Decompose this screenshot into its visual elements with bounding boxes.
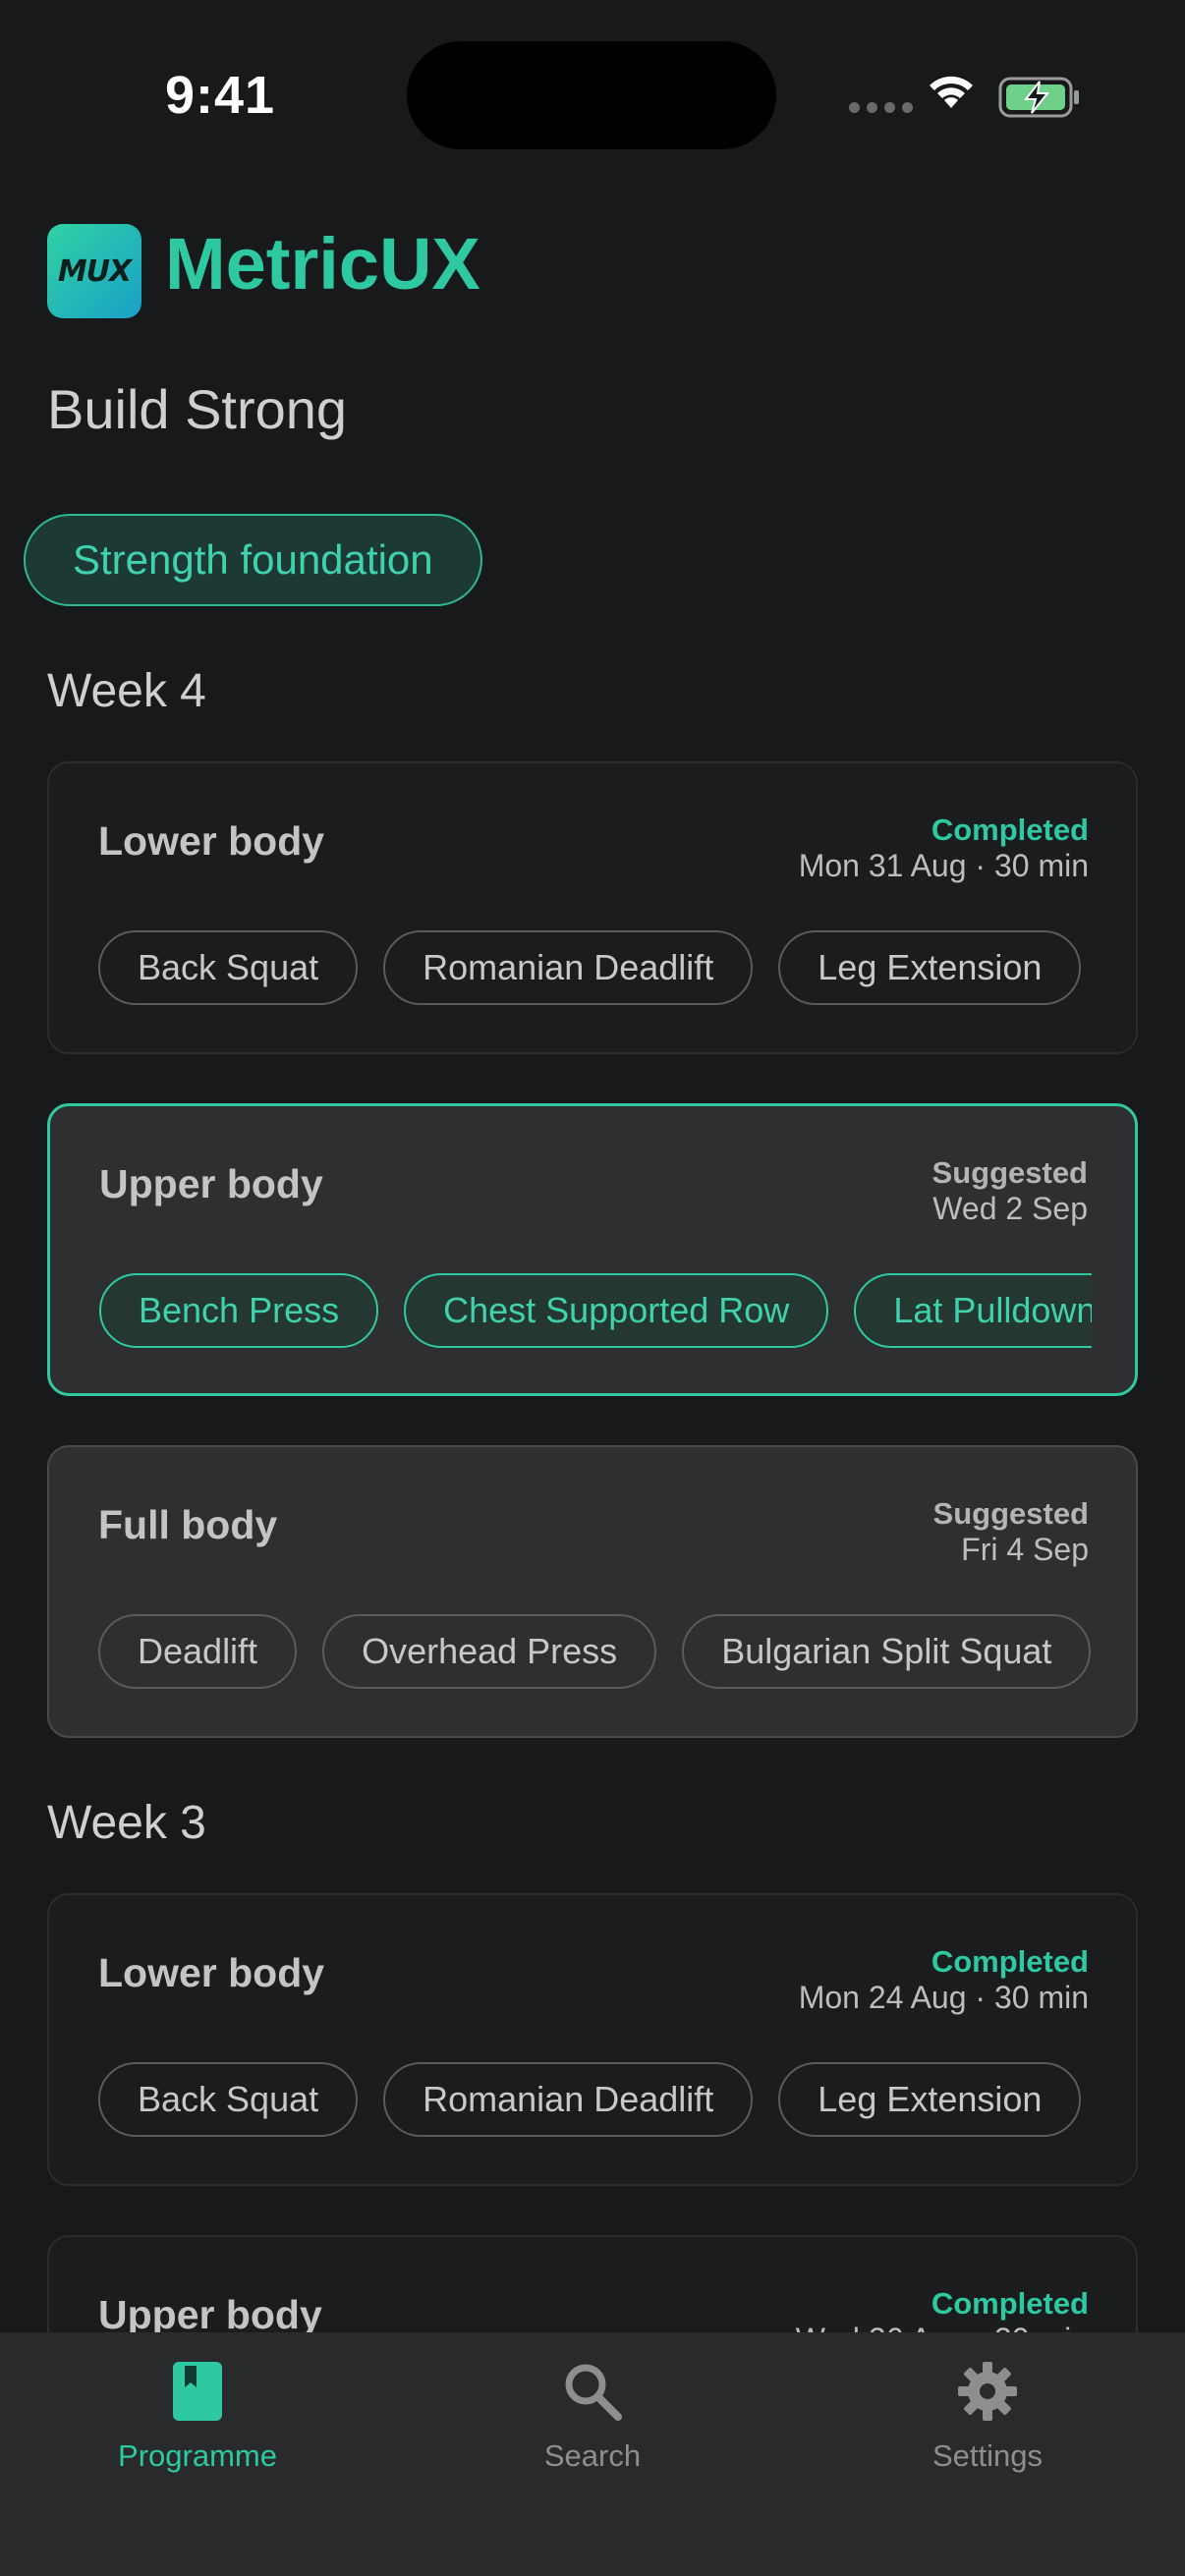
workout-meta: Fri 4 Sep (961, 1532, 1089, 1567)
exercise-chip[interactable]: Lat Pulldown (854, 1273, 1092, 1348)
workout-title: Lower body (98, 1950, 325, 1995)
book-icon (173, 2362, 222, 2421)
workout-status: Suggested (931, 1155, 1088, 1190)
exercise-chip-list[interactable]: Bench Press Chest Supported Row Lat Pull… (99, 1273, 1092, 1352)
exercise-chip[interactable]: Chest Supported Row (404, 1273, 829, 1348)
gear-icon (958, 2362, 1017, 2421)
workout-card[interactable]: Full body Suggested Fri 4 Sep Deadlift O… (47, 1445, 1138, 1738)
workout-title: Upper body (99, 1161, 323, 1206)
exercise-chip[interactable]: Overhead Press (322, 1614, 657, 1689)
dynamic-island (407, 41, 776, 149)
battery-charging-icon (998, 77, 1079, 118)
status-time: 9:41 (165, 66, 276, 125)
week-heading: Week 3 (47, 1797, 206, 1849)
cellular-signal-icon (849, 102, 913, 113)
exercise-chip[interactable]: Bench Press (99, 1273, 379, 1348)
exercise-chip[interactable]: Back Squat (98, 930, 359, 1005)
app-logo: MUX (47, 224, 141, 318)
tab-bar: Programme Search Settings (0, 2332, 1185, 2576)
week-heading: Week 4 (47, 665, 206, 717)
tab-label: Settings (931, 2438, 1043, 2473)
status-bar: 9:41 (0, 0, 1185, 187)
workout-card[interactable]: Lower body Completed Mon 31 Aug · 30 min… (47, 761, 1138, 1054)
exercise-chip-list[interactable]: Deadlift Overhead Press Bulgarian Split … (98, 1614, 1091, 1693)
tab-label: Search (543, 2438, 642, 2473)
tab-settings[interactable]: Settings (790, 2332, 1185, 2529)
search-icon (565, 2364, 622, 2421)
exercise-chip[interactable]: Back Squat (98, 2062, 359, 2137)
app-logo-text: MUX (57, 253, 132, 289)
wifi-icon (930, 76, 973, 108)
app-name: MetricUX (165, 223, 480, 305)
programme-chip[interactable]: Strength foundation (24, 514, 482, 606)
workout-status: Suggested (932, 1496, 1089, 1531)
workout-title: Upper body (98, 2292, 322, 2337)
exercise-chip[interactable]: Deadlift (98, 1614, 298, 1689)
page-title: Build Strong (47, 378, 348, 440)
workout-card-selected[interactable]: Upper body Suggested Wed 2 Sep Bench Pre… (47, 1103, 1138, 1396)
exercise-chip[interactable]: Romanian Deadlift (383, 2062, 754, 2137)
exercise-chip[interactable]: Leg Extension (778, 930, 1082, 1005)
workout-status: Completed (931, 812, 1089, 847)
workout-status: Completed (931, 2286, 1089, 2321)
exercise-chip[interactable]: Romanian Deadlift (383, 930, 754, 1005)
exercise-chip[interactable]: Leg Extension (778, 2062, 1082, 2137)
workout-title: Full body (98, 1502, 278, 1547)
workout-status: Completed (931, 1944, 1089, 1979)
workout-card[interactable]: Lower body Completed Mon 24 Aug · 30 min… (47, 1893, 1138, 2186)
exercise-chip[interactable]: Bulgarian Split Squat (682, 1614, 1091, 1689)
exercise-chip-list[interactable]: Back Squat Romanian Deadlift Leg Extensi… (98, 2062, 1091, 2141)
workout-title: Lower body (98, 818, 325, 864)
tab-label: Programme (118, 2438, 277, 2473)
workout-meta: Mon 24 Aug · 30 min (798, 1980, 1089, 2015)
workout-meta: Wed 2 Sep (932, 1191, 1088, 1226)
tab-programme[interactable]: Programme (0, 2332, 395, 2529)
workout-meta: Mon 31 Aug · 30 min (798, 848, 1089, 883)
tab-search[interactable]: Search (395, 2332, 790, 2529)
exercise-chip-list[interactable]: Back Squat Romanian Deadlift Leg Extensi… (98, 930, 1091, 1009)
